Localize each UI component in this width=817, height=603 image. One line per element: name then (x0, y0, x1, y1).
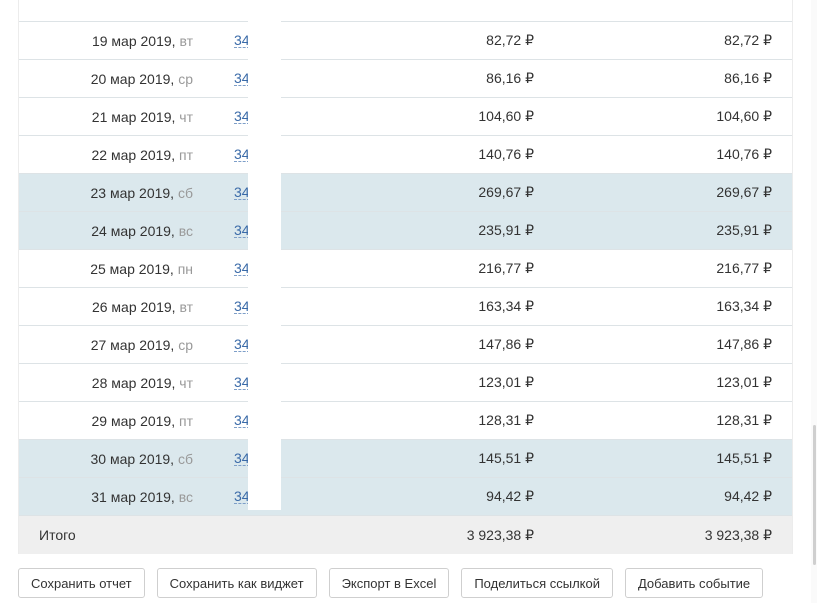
report-actions: Сохранить отчет Сохранить как виджет Экс… (18, 568, 764, 598)
total-value-2: 3 923,38 ₽ (704, 526, 772, 543)
row-date: 30 мар 2019, сб (90, 450, 193, 467)
table-row: 19 мар 2019, вт 34 82,72 ₽ 82,72 ₽ (19, 22, 792, 60)
row-value-2: 216,77 ₽ (716, 260, 772, 276)
table-row-weekend: 30 мар 2019, сб 34 145,51 ₽ 145,51 ₽ (19, 440, 792, 478)
share-link-button[interactable]: Поделиться ссылкой (461, 568, 613, 598)
row-weekday: вт (179, 32, 193, 49)
table-row: 21 мар 2019, чт 34 104,60 ₽ 104,60 ₽ (19, 98, 792, 136)
table-row-partial (19, 0, 792, 22)
row-date: 23 мар 2019, сб (90, 184, 193, 201)
table-row: 28 мар 2019, чт 34 123,01 ₽ 123,01 ₽ (19, 364, 792, 402)
export-excel-button[interactable]: Экспорт в Excel (328, 568, 450, 598)
row-value-2: 123,01 ₽ (716, 374, 772, 390)
table-row: 26 мар 2019, вт 34 163,34 ₽ 163,34 ₽ (19, 288, 792, 326)
row-value-2: 140,76 ₽ (716, 146, 772, 162)
table-row-weekend: 31 мар 2019, вс 34 94,42 ₽ 94,42 ₽ (19, 478, 792, 516)
row-value: 235,91 ₽ (478, 222, 534, 238)
table-total-row: Итого 3 923,38 ₽ 3 923,38 ₽ (19, 516, 792, 554)
row-value-2: 147,86 ₽ (716, 336, 772, 352)
row-value: 269,67 ₽ (478, 184, 534, 200)
column-mask (248, 0, 281, 510)
row-value-2: 235,91 ₽ (716, 222, 772, 238)
scrollbar-thumb[interactable] (813, 425, 816, 565)
total-label: Итого (39, 527, 76, 543)
row-date: 21 мар 2019, чт (91, 108, 193, 125)
row-date: 25 мар 2019, пн (90, 260, 193, 277)
row-weekday: пт (179, 412, 193, 429)
table-row-weekend: 23 мар 2019, сб 34 269,67 ₽ 269,67 ₽ (19, 174, 792, 212)
row-value: 163,34 ₽ (478, 298, 534, 314)
row-date: 19 мар 2019, вт (91, 32, 193, 49)
row-date: 26 мар 2019, вт (91, 298, 193, 315)
row-date: 29 мар 2019, пт (91, 412, 193, 429)
report-table: 19 мар 2019, вт 34 82,72 ₽ 82,72 ₽ 20 ма… (18, 0, 793, 554)
row-value: 104,60 ₽ (478, 108, 534, 124)
row-weekday: пн (177, 260, 193, 277)
table-row: 20 мар 2019, ср 34 86,16 ₽ 86,16 ₽ (19, 60, 792, 98)
row-value-2: 94,42 ₽ (724, 488, 772, 504)
table-row: 22 мар 2019, пт 34 140,76 ₽ 140,76 ₽ (19, 136, 792, 174)
row-date: 28 мар 2019, чт (91, 374, 193, 391)
row-weekday: сб (177, 184, 193, 201)
row-value: 86,16 ₽ (486, 70, 534, 86)
row-value: 216,77 ₽ (478, 260, 534, 276)
row-date: 31 мар 2019, вс (91, 488, 193, 505)
table-row-weekend: 24 мар 2019, вс 34 235,91 ₽ 235,91 ₽ (19, 212, 792, 250)
table-row: 25 мар 2019, пн 34 216,77 ₽ 216,77 ₽ (19, 250, 792, 288)
row-weekday: ср (178, 336, 193, 353)
row-date: 27 мар 2019, ср (90, 336, 193, 353)
row-value-2: 145,51 ₽ (716, 450, 772, 466)
row-date: 22 мар 2019, пт (91, 146, 193, 163)
row-value: 128,31 ₽ (478, 412, 534, 428)
row-value: 82,72 ₽ (486, 32, 534, 48)
add-event-button[interactable]: Добавить событие (624, 568, 764, 598)
row-weekday: вс (178, 222, 193, 239)
row-weekday: чт (179, 108, 193, 125)
table-row: 29 мар 2019, пт 34 128,31 ₽ 128,31 ₽ (19, 402, 792, 440)
row-value: 145,51 ₽ (478, 450, 534, 466)
row-value-2: 163,34 ₽ (716, 298, 772, 314)
row-value: 147,86 ₽ (478, 336, 534, 352)
row-value-2: 128,31 ₽ (716, 412, 772, 428)
table-row: 27 мар 2019, ср 34 147,86 ₽ 147,86 ₽ (19, 326, 792, 364)
row-value: 140,76 ₽ (478, 146, 534, 162)
row-weekday: чт (179, 374, 193, 391)
save-widget-button[interactable]: Сохранить как виджет (156, 568, 317, 598)
row-value: 123,01 ₽ (478, 374, 534, 390)
row-value-2: 86,16 ₽ (724, 70, 772, 86)
row-value: 94,42 ₽ (486, 488, 534, 504)
scrollbar[interactable] (811, 0, 817, 603)
row-date: 24 мар 2019, вс (91, 222, 193, 239)
row-weekday: сб (177, 450, 193, 467)
save-report-button[interactable]: Сохранить отчет (18, 568, 145, 598)
row-value-2: 82,72 ₽ (724, 32, 772, 48)
row-date: 20 мар 2019, ср (90, 70, 193, 87)
total-value: 3 923,38 ₽ (466, 526, 534, 543)
row-weekday: вт (179, 298, 193, 315)
row-weekday: вс (178, 488, 193, 505)
row-weekday: ср (178, 70, 193, 87)
row-weekday: пт (179, 146, 193, 163)
row-value-2: 269,67 ₽ (716, 184, 772, 200)
report-page: 19 мар 2019, вт 34 82,72 ₽ 82,72 ₽ 20 ма… (0, 0, 817, 603)
row-value-2: 104,60 ₽ (716, 108, 772, 124)
